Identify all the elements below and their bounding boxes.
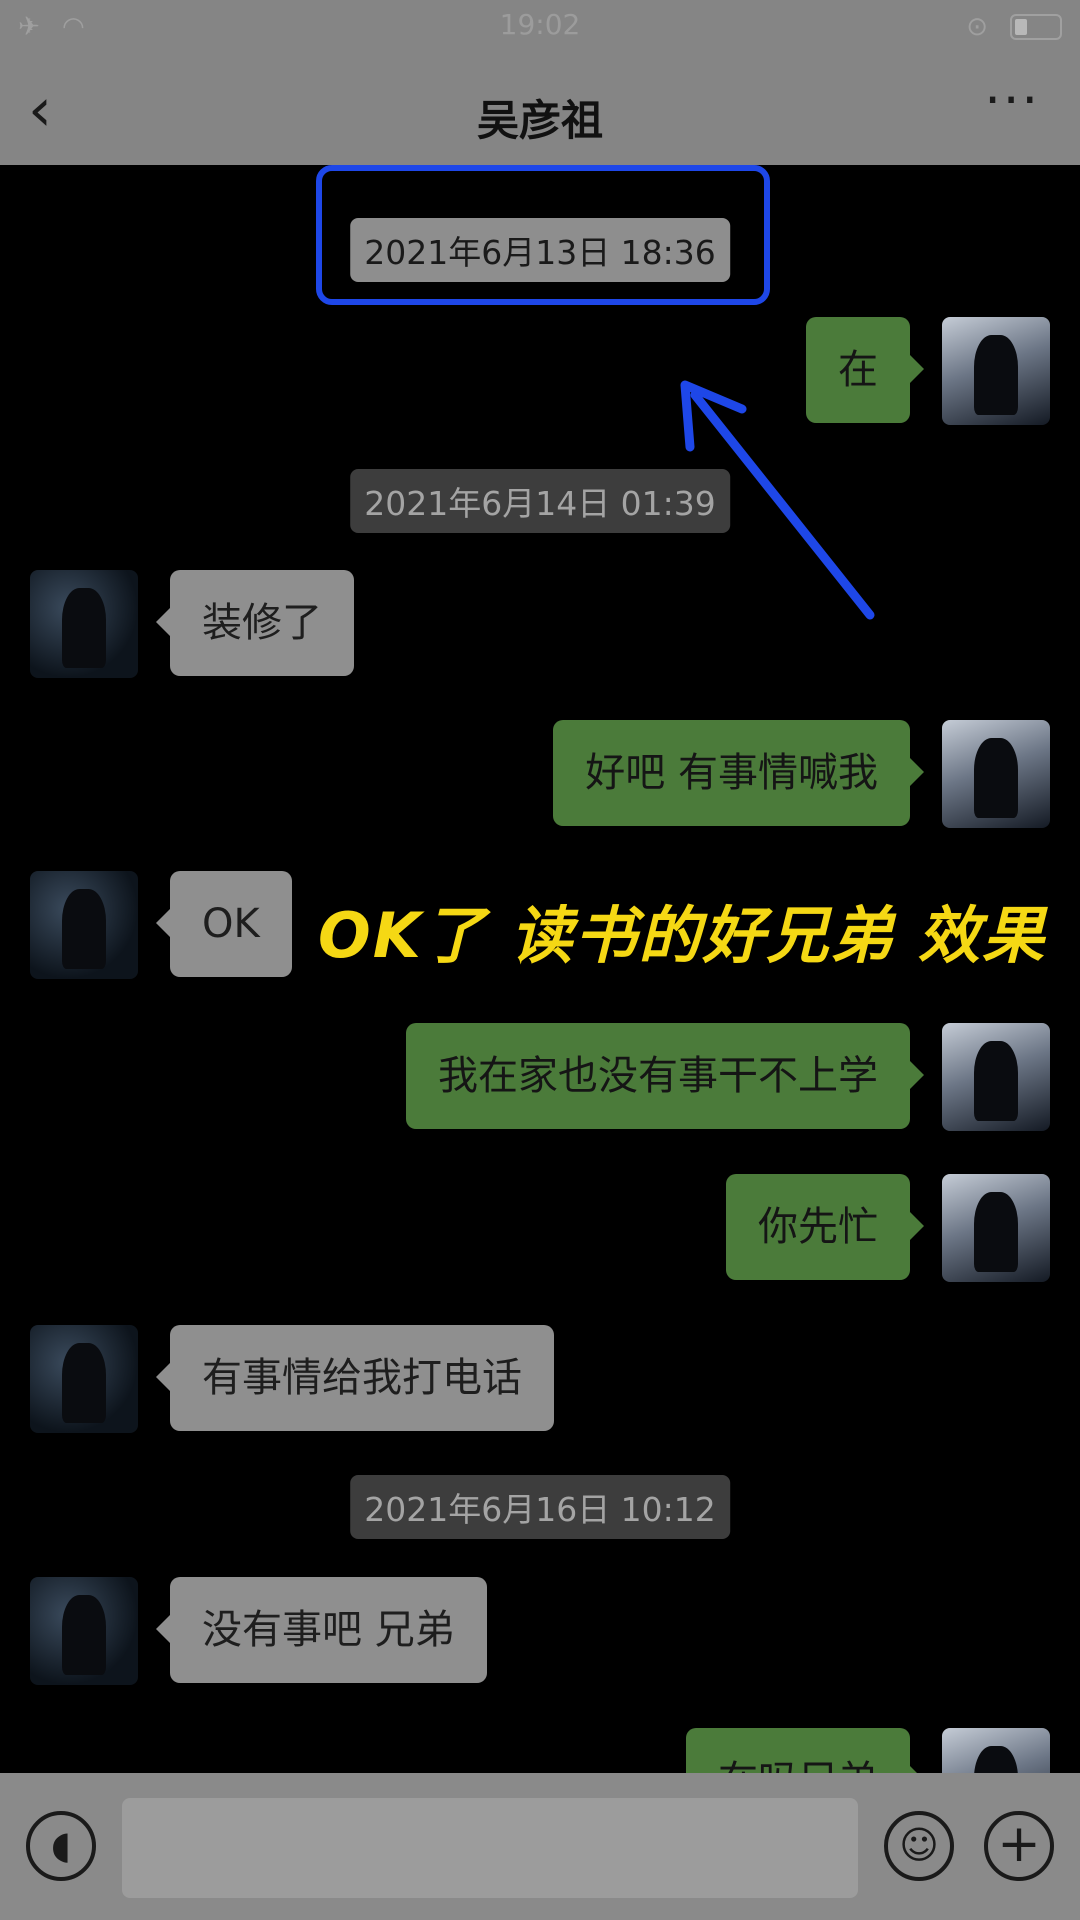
arrow-annotation: [680, 380, 875, 620]
chat-area[interactable]: 2021年6月13日 18:36 在 2021年6月14日 01:39 装修了 …: [0, 165, 1080, 1773]
chat-title: 吴彦祖: [476, 96, 603, 145]
status-time: 19:02: [499, 8, 581, 41]
voice-icon[interactable]: ◖: [26, 1811, 96, 1881]
plus-icon[interactable]: +: [984, 1811, 1054, 1881]
input-bar: ◖ ☺ +: [0, 1773, 1080, 1920]
status-bar: ✈ ◠ 19:02 ⊙: [0, 0, 1080, 55]
arrow-line: [690, 390, 875, 620]
rotation-lock-icon: ⊙: [966, 12, 988, 42]
emoji-icon[interactable]: ☺: [884, 1811, 954, 1881]
battery-icon: [1010, 14, 1062, 40]
more-icon[interactable]: ···: [984, 71, 1040, 131]
message-input[interactable]: [122, 1798, 858, 1898]
nav-bar: ‹ 吴彦祖 ···: [0, 55, 1080, 165]
